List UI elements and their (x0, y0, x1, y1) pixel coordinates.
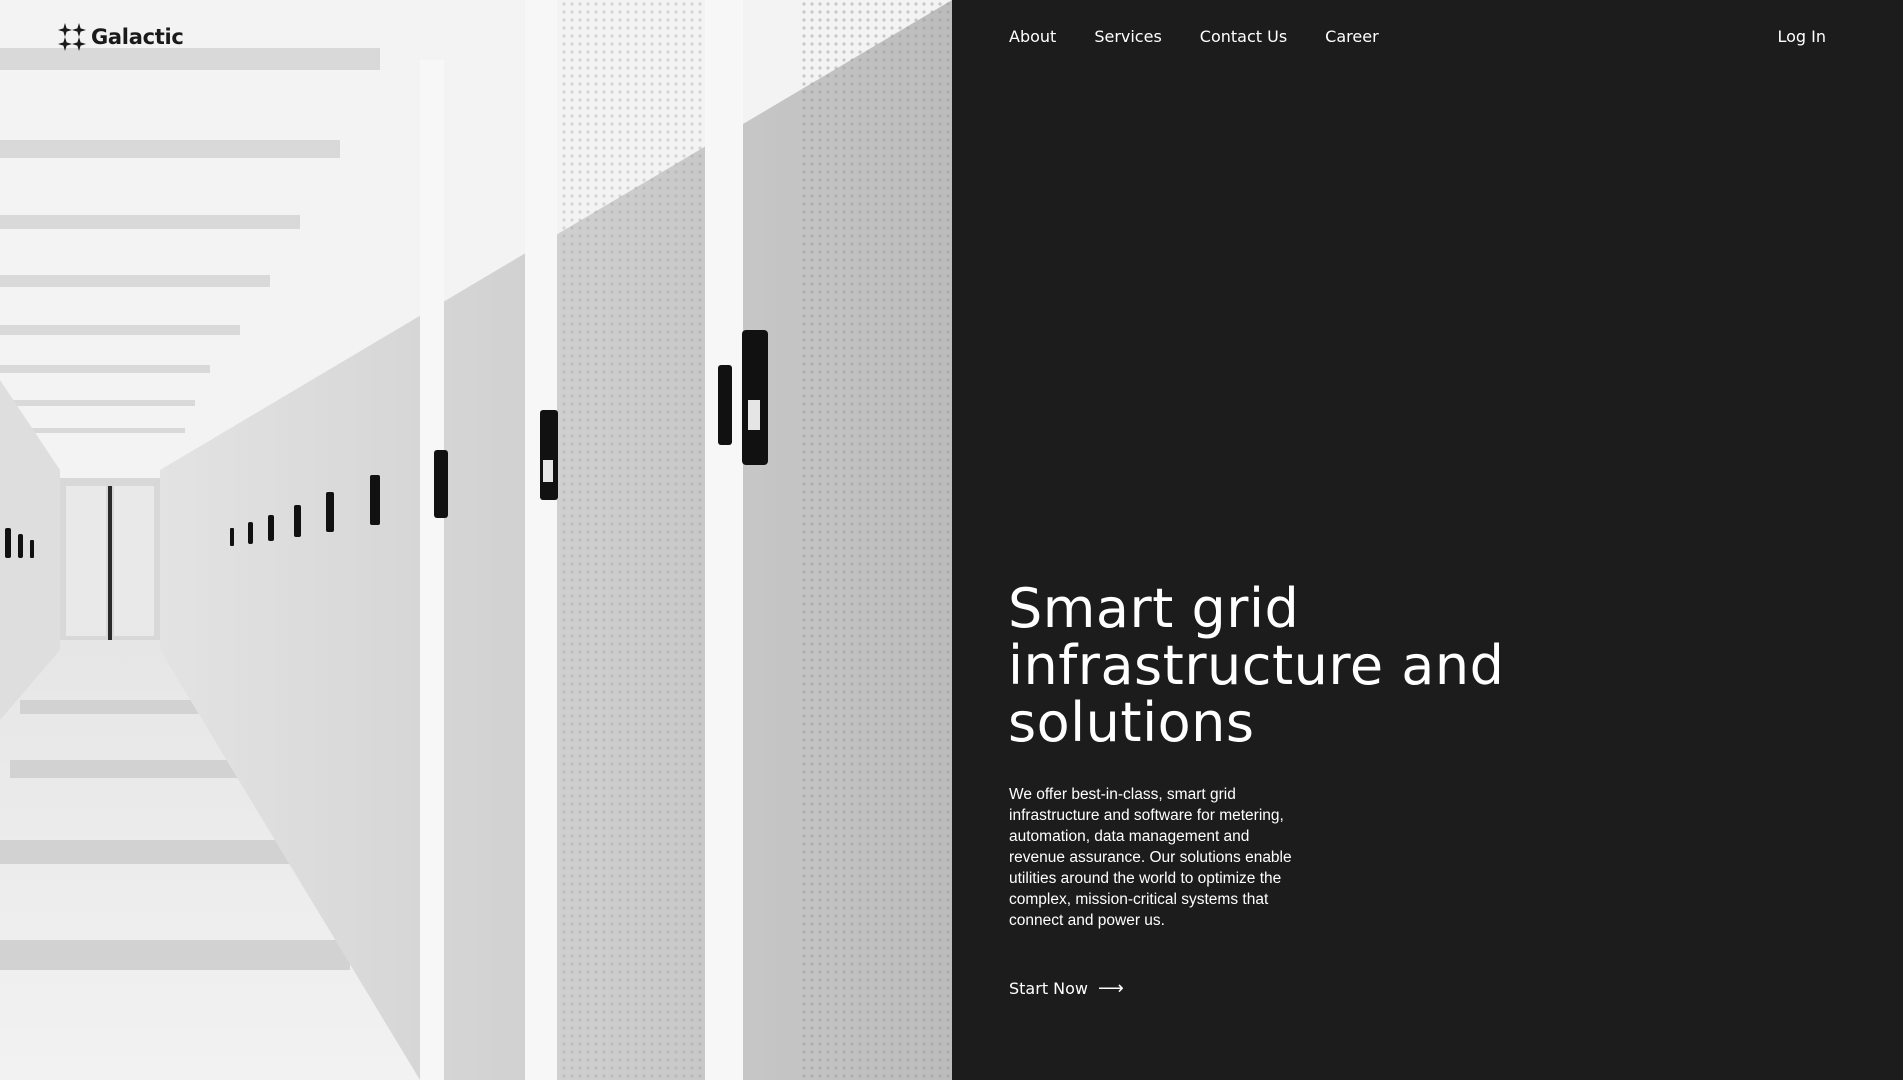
main-nav: About Services Contact Us Career (1009, 26, 1379, 48)
start-now-button[interactable]: Start Now ⟶ (1009, 979, 1124, 998)
hero-headline-line-2: infrastructure and (1008, 634, 1505, 697)
brand-name: Galactic (91, 25, 184, 49)
brand-logo[interactable]: Galactic (57, 22, 184, 52)
hero-description: We offer best-in-class, smart grid infra… (1009, 786, 1292, 929)
arrow-right-icon: ⟶ (1098, 977, 1124, 999)
hero-image-server-corridor (0, 0, 952, 1080)
nav-item-services[interactable]: Services (1094, 26, 1161, 48)
nav-item-contact-us[interactable]: Contact Us (1200, 26, 1287, 48)
sparkle-cluster-icon (58, 23, 86, 51)
hero-headline-line-3: solutions (1008, 691, 1255, 754)
hero-headline: Smart grid infrastructure and solutions (1008, 580, 1628, 751)
nav-item-career[interactable]: Career (1325, 26, 1378, 48)
server-corridor-illustration (0, 0, 952, 1080)
hero-headline-line-1: Smart grid (1008, 577, 1300, 640)
start-now-label: Start Now (1009, 979, 1089, 998)
nav-item-about[interactable]: About (1009, 26, 1056, 48)
login-link[interactable]: Log In (1777, 26, 1826, 48)
